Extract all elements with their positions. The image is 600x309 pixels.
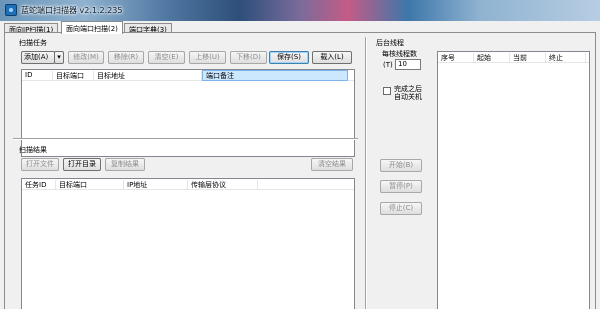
column-task-id-label: 任务ID	[25, 181, 47, 189]
tab-port-scan[interactable]: 面向端口扫描(2)	[61, 21, 123, 34]
open-directory-button-label: 打开目录	[68, 160, 96, 168]
window-title: 蓝蛇端口扫描器 v2.1.2.235	[21, 6, 123, 15]
pause-button[interactable]: 暂停(P)	[380, 180, 422, 193]
add-button[interactable]: 添加(A)	[21, 51, 55, 64]
open-file-button-label: 打开文件	[26, 160, 54, 168]
column-target-port-label: 目标端口	[56, 72, 84, 80]
column-current-label: 当前	[513, 54, 527, 62]
auto-shutdown-label-line2: 自动关机	[394, 93, 422, 101]
column-port-note[interactable]: 端口备注	[202, 70, 348, 81]
tab-panel-port-scan: 扫描任务 添加(A) ▾ 修改(M) 移除(R) 清空(E) 上移(U) 下移(…	[4, 32, 596, 309]
vertical-divider	[365, 37, 367, 309]
scan-task-list-header: ID 目标端口 目标地址 端口备注	[22, 70, 354, 81]
column-result-target-port[interactable]: 目标端口	[56, 180, 124, 190]
copy-results-button-label: 复制结果	[111, 160, 139, 168]
column-start-label: 起始	[477, 54, 491, 62]
column-current[interactable]: 当前	[510, 53, 546, 63]
copy-results-button[interactable]: 复制结果	[105, 158, 145, 171]
open-file-button[interactable]: 打开文件	[21, 158, 59, 171]
column-task-id[interactable]: 任务ID	[22, 180, 56, 190]
start-button-label: 开始(B)	[388, 161, 414, 169]
open-directory-button[interactable]: 打开目录	[63, 158, 101, 171]
column-end[interactable]: 终止	[546, 53, 586, 63]
threads-per-core-value: 10	[398, 60, 407, 68]
per-core-threads-label: 每核线程数	[382, 50, 417, 58]
column-id-label: ID	[25, 71, 33, 79]
background-threads-title: 后台线程	[376, 39, 404, 47]
threads-per-core-input[interactable]: 10	[395, 59, 421, 70]
start-button[interactable]: 开始(B)	[380, 159, 422, 172]
scan-results-title: 扫描结果	[19, 146, 47, 154]
clear-button-label: 清空(E)	[154, 53, 179, 61]
column-target-port[interactable]: 目标端口	[53, 71, 94, 81]
column-start[interactable]: 起始	[474, 53, 510, 63]
move-down-button[interactable]: 下移(D)	[230, 51, 267, 64]
load-button[interactable]: 载入(L)	[312, 51, 352, 64]
save-button[interactable]: 保存(S)	[269, 51, 309, 64]
stop-button-label: 停止(C)	[388, 204, 414, 212]
stop-button[interactable]: 停止(C)	[380, 202, 422, 215]
column-ip-address[interactable]: IP地址	[124, 180, 188, 190]
remove-button-label: 移除(R)	[113, 53, 139, 61]
move-up-button-label: 上移(U)	[195, 53, 220, 61]
column-end-label: 终止	[549, 54, 563, 62]
add-dropdown-button[interactable]: ▾	[54, 51, 64, 64]
load-button-label: 载入(L)	[320, 53, 344, 61]
column-result-target-port-label: 目标端口	[59, 181, 87, 189]
clear-results-button[interactable]: 清空结果	[311, 158, 353, 171]
clear-results-button-label: 清空结果	[318, 160, 346, 168]
thread-list-header: 序号 起始 当前 终止	[438, 52, 589, 63]
scan-results-list-header: 任务ID 目标端口 IP地址 传输层协议	[22, 179, 354, 190]
scan-task-list[interactable]: ID 目标端口 目标地址 端口备注	[21, 69, 355, 157]
app-icon	[5, 4, 17, 16]
column-ip-address-label: IP地址	[127, 181, 148, 189]
column-index-label: 序号	[441, 54, 455, 62]
save-button-label: 保存(S)	[277, 53, 301, 61]
remove-button[interactable]: 移除(R)	[108, 51, 144, 64]
move-down-button-label: 下移(D)	[236, 53, 261, 61]
auto-shutdown-checkbox[interactable]	[383, 87, 391, 95]
scan-tasks-title: 扫描任务	[19, 39, 47, 47]
column-id[interactable]: ID	[22, 71, 53, 81]
column-target-address[interactable]: 目标地址	[94, 71, 202, 81]
column-index[interactable]: 序号	[438, 53, 474, 63]
edit-button-label: 修改(M)	[73, 53, 99, 61]
threads-shortcut-label: (T)	[383, 61, 393, 69]
add-button-label: 添加(A)	[24, 53, 49, 61]
title-bar: 蓝蛇端口扫描器 v2.1.2.235	[0, 0, 600, 21]
column-port-note-label: 端口备注	[206, 72, 234, 80]
column-transport-protocol[interactable]: 传输层协议	[188, 180, 258, 190]
section-divider	[13, 138, 358, 140]
chevron-down-icon: ▾	[57, 53, 61, 61]
scan-results-list[interactable]: 任务ID 目标端口 IP地址 传输层协议	[21, 178, 355, 309]
tab-port-scan-label: 面向端口扫描(2)	[66, 25, 118, 33]
column-transport-protocol-label: 传输层协议	[191, 181, 226, 189]
edit-button[interactable]: 修改(M)	[68, 51, 104, 64]
thread-list[interactable]: 序号 起始 当前 终止	[437, 51, 590, 309]
column-target-address-label: 目标地址	[97, 72, 125, 80]
pause-button-label: 暂停(P)	[389, 182, 413, 190]
move-up-button[interactable]: 上移(U)	[189, 51, 226, 64]
clear-button[interactable]: 清空(E)	[148, 51, 185, 64]
